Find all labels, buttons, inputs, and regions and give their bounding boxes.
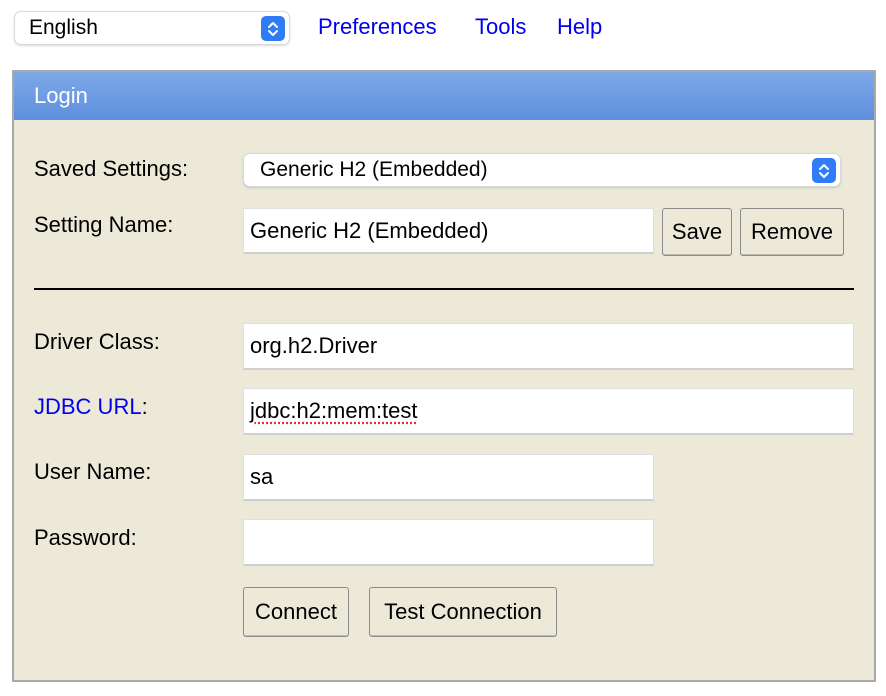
saved-settings-value: Generic H2 (Embedded)	[260, 158, 488, 181]
select-stepper-icon	[812, 158, 836, 183]
preferences-link[interactable]: Preferences	[318, 14, 437, 40]
saved-settings-label: Saved Settings:	[34, 156, 189, 181]
jdbc-url-value: jdbc:h2:mem:test	[250, 398, 418, 423]
help-link[interactable]: Help	[557, 14, 602, 40]
jdbc-url-label: JDBC URL:	[34, 394, 148, 420]
panel-title: Login	[14, 72, 874, 120]
language-select[interactable]: English	[14, 11, 290, 45]
connect-button[interactable]: Connect	[243, 587, 349, 637]
setting-name-label: Setting Name:	[34, 212, 174, 237]
save-button[interactable]: Save	[662, 208, 732, 256]
password-label: Password:	[34, 525, 137, 550]
jdbc-url-help-link[interactable]: JDBC URL	[34, 394, 142, 419]
setting-name-input[interactable]: Generic H2 (Embedded)	[243, 208, 654, 254]
remove-button[interactable]: Remove	[740, 208, 844, 256]
user-name-input[interactable]: sa	[243, 454, 654, 501]
jdbc-url-label-colon: :	[141, 394, 148, 419]
jdbc-url-input[interactable]: jdbc:h2:mem:test	[243, 388, 854, 435]
password-input[interactable]	[243, 519, 654, 566]
user-name-label: User Name:	[34, 459, 152, 484]
saved-settings-select[interactable]: Generic H2 (Embedded)	[243, 153, 841, 187]
login-panel: Login Saved Settings: Generic H2 (Embedd…	[12, 70, 876, 682]
driver-class-input[interactable]: org.h2.Driver	[243, 323, 854, 370]
section-divider	[34, 288, 854, 290]
language-select-value: English	[29, 16, 98, 39]
driver-class-label: Driver Class:	[34, 329, 160, 354]
tools-link[interactable]: Tools	[475, 14, 526, 40]
select-stepper-icon	[261, 16, 285, 41]
test-connection-button[interactable]: Test Connection	[369, 587, 557, 637]
